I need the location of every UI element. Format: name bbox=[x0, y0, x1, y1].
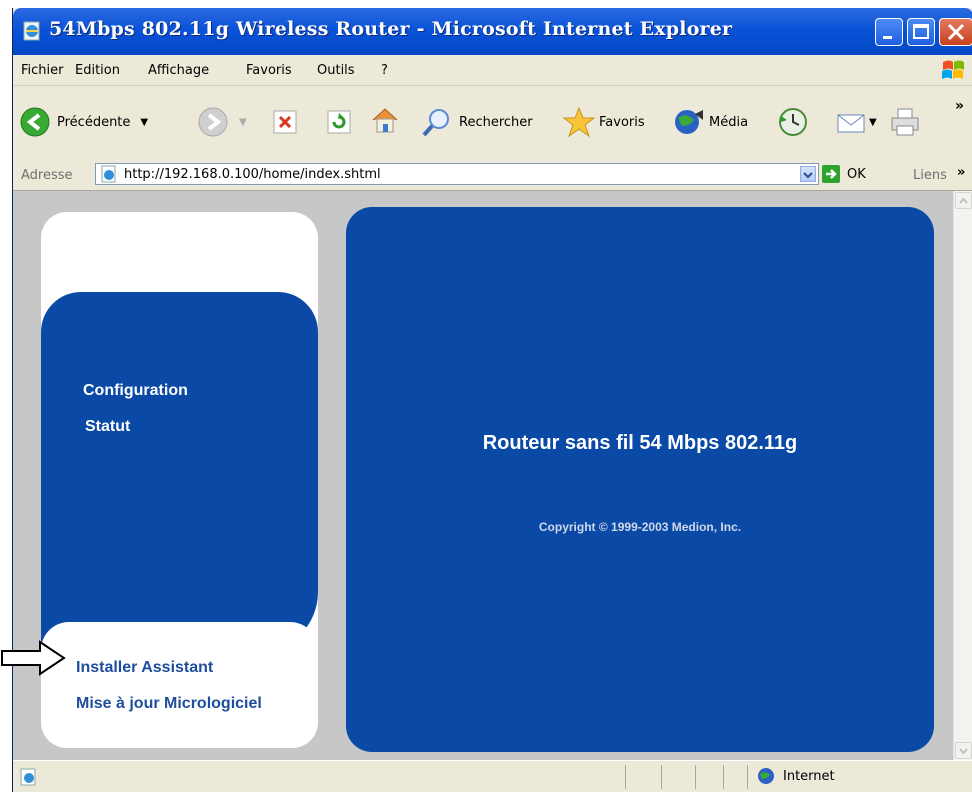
menu-help[interactable]: ? bbox=[381, 63, 388, 78]
back-label: Précédente bbox=[57, 114, 131, 130]
windows-logo-icon bbox=[942, 60, 964, 79]
menu-fichier[interactable]: Fichier bbox=[21, 63, 64, 78]
media-globe-icon bbox=[675, 110, 703, 134]
media-button[interactable]: Média bbox=[673, 106, 748, 138]
history-icon bbox=[779, 108, 807, 136]
scroll-down-button[interactable] bbox=[955, 742, 972, 759]
close-icon bbox=[947, 23, 965, 41]
maximize-icon bbox=[913, 24, 929, 39]
stop-button[interactable] bbox=[271, 108, 299, 136]
sidebar-bottom-area: Installer Assistant Mise à jour Microlog… bbox=[41, 622, 318, 748]
back-arrow-icon bbox=[20, 107, 50, 137]
search-button[interactable]: Rechercher bbox=[421, 106, 533, 138]
maximize-button[interactable] bbox=[907, 18, 935, 46]
search-label: Rechercher bbox=[459, 114, 533, 130]
go-button[interactable]: OK bbox=[821, 164, 866, 184]
forward-dropdown-icon[interactable]: ▼ bbox=[239, 117, 247, 128]
home-button[interactable] bbox=[369, 104, 401, 136]
back-dropdown-icon[interactable]: ▼ bbox=[140, 117, 148, 128]
menu-outils[interactable]: Outils bbox=[317, 63, 355, 78]
window-title: 54Mbps 802.11g Wireless Router - Microso… bbox=[49, 18, 733, 40]
close-button[interactable] bbox=[939, 18, 972, 46]
chevron-down-icon bbox=[803, 172, 813, 179]
status-divider bbox=[695, 765, 696, 789]
status-bar: Internet bbox=[13, 760, 972, 792]
security-zone: Internet bbox=[757, 767, 835, 785]
go-arrow-icon bbox=[822, 165, 840, 183]
status-divider bbox=[723, 765, 724, 789]
menu-favoris[interactable]: Favoris bbox=[246, 63, 292, 78]
page-icon bbox=[101, 165, 116, 183]
router-title: Routeur sans fil 54 Mbps 802.11g bbox=[482, 432, 798, 454]
address-label: Adresse bbox=[21, 168, 73, 183]
status-divider bbox=[625, 765, 626, 789]
title-bar[interactable]: 54Mbps 802.11g Wireless Router - Microso… bbox=[13, 8, 972, 55]
mail-icon bbox=[837, 114, 865, 133]
ie-page-icon bbox=[23, 21, 40, 41]
main-panel: Routeur sans fil 54 Mbps 802.11g Copyrig… bbox=[346, 207, 934, 752]
mail-dropdown-icon[interactable]: ▼ bbox=[869, 117, 877, 128]
nav-link-statut[interactable]: Statut bbox=[85, 418, 130, 436]
forward-arrow-icon bbox=[198, 107, 228, 137]
nav-link-installer-assistant[interactable]: Installer Assistant bbox=[76, 659, 213, 677]
history-button[interactable] bbox=[777, 106, 809, 138]
home-icon bbox=[372, 108, 398, 133]
sidebar-blue-area: Configuration Statut bbox=[41, 292, 318, 652]
search-icon bbox=[422, 109, 449, 137]
status-divider bbox=[747, 765, 748, 789]
refresh-button[interactable] bbox=[325, 108, 353, 136]
menu-affichage[interactable]: Affichage bbox=[148, 63, 209, 78]
address-dropdown-button[interactable] bbox=[800, 166, 816, 182]
media-label: Média bbox=[709, 114, 749, 130]
go-label: OK bbox=[847, 166, 866, 182]
internet-globe-icon bbox=[758, 768, 774, 784]
standard-toolbar: Précédente ▼ ▼ Rechercher Favoris Média bbox=[13, 86, 972, 163]
address-url: http://192.168.0.100/home/index.shtml bbox=[124, 167, 381, 182]
refresh-icon bbox=[327, 110, 351, 134]
forward-button[interactable]: ▼ bbox=[197, 106, 247, 138]
sidebar-panel: Configuration Statut Installer Assistant… bbox=[41, 212, 318, 748]
toolbar-chevron-icon[interactable]: » bbox=[955, 98, 964, 114]
status-divider bbox=[661, 765, 662, 789]
minimize-icon bbox=[883, 36, 892, 39]
scroll-up-icon bbox=[959, 197, 968, 204]
pointer-arrow-icon bbox=[1, 640, 66, 676]
stop-icon bbox=[273, 110, 297, 134]
favorites-label: Favoris bbox=[599, 114, 645, 130]
links-label: Liens bbox=[913, 168, 947, 183]
links-chevron-icon: » bbox=[957, 165, 966, 180]
page-viewport: Configuration Statut Installer Assistant… bbox=[13, 191, 953, 760]
page-status-icon bbox=[20, 768, 36, 786]
mail-button[interactable]: ▼ bbox=[835, 106, 877, 138]
browser-window: 54Mbps 802.11g Wireless Router - Microso… bbox=[12, 8, 972, 792]
address-input[interactable]: http://192.168.0.100/home/index.shtml bbox=[95, 163, 819, 185]
nav-link-firmware-update[interactable]: Mise à jour Micrologiciel bbox=[76, 695, 262, 713]
nav-link-configuration[interactable]: Configuration bbox=[83, 382, 188, 400]
menu-bar: Fichier Edition Affichage Favoris Outils… bbox=[13, 55, 972, 86]
print-icon bbox=[891, 108, 919, 136]
back-button[interactable]: Précédente ▼ bbox=[19, 106, 148, 138]
vertical-scrollbar[interactable] bbox=[953, 191, 972, 760]
links-button[interactable]: Liens » bbox=[913, 165, 966, 183]
menu-edition[interactable]: Edition bbox=[75, 63, 120, 78]
scroll-down-icon bbox=[959, 748, 968, 755]
favorites-button[interactable]: Favoris bbox=[563, 106, 645, 138]
favorites-star-icon bbox=[563, 106, 595, 138]
minimize-button[interactable] bbox=[875, 18, 903, 46]
zone-label: Internet bbox=[783, 768, 835, 784]
copyright-text: Copyright © 1999-2003 Medion, Inc. bbox=[538, 520, 742, 534]
print-button[interactable] bbox=[889, 106, 921, 138]
scroll-up-button[interactable] bbox=[955, 192, 972, 209]
address-bar: Adresse http://192.168.0.100/home/index.… bbox=[13, 160, 972, 191]
